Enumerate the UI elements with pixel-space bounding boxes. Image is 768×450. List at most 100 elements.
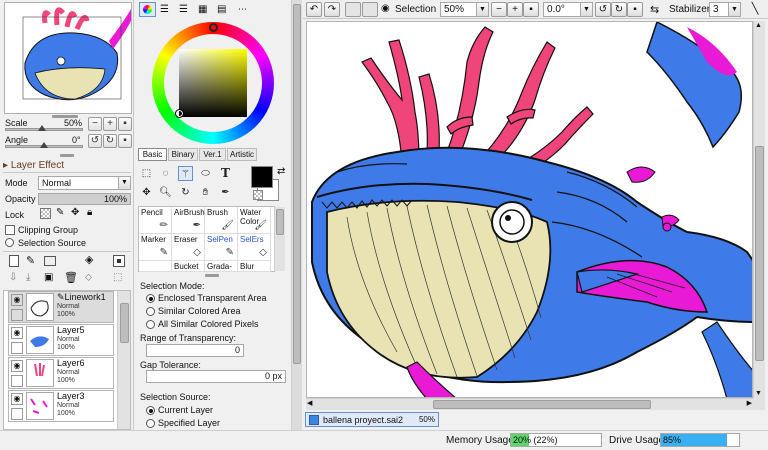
layer-list-scrollbar[interactable] [117, 291, 130, 429]
opacity-slider[interactable]: 100% [38, 193, 131, 205]
rect-select-icon[interactable]: ⬚ [139, 166, 154, 181]
brush-grid-scrollbar[interactable] [274, 207, 285, 271]
shape-icon[interactable]: ⬭ [198, 166, 213, 181]
layer-row-layer6[interactable]: ◉ Layer6 Normal 100% [8, 357, 114, 389]
scrollbar-thumb[interactable] [755, 146, 764, 361]
scroll-right-arrow-icon[interactable]: ▶ [747, 399, 752, 407]
scroll-up-arrow-icon[interactable]: ▲ [755, 22, 762, 29]
sv-marker[interactable] [175, 109, 184, 118]
gap-tolerance-input[interactable]: 0 px [146, 370, 286, 383]
merge-visible-icon[interactable]: ▣ [44, 272, 53, 283]
angle-slider-handle[interactable] [40, 142, 48, 148]
zoom-select[interactable]: 50% ▼ [440, 2, 489, 17]
rotate-reset-button[interactable]: ▪ [118, 134, 132, 148]
eye-icon[interactable]: ◉ [381, 3, 390, 14]
layer-lock-box[interactable] [11, 375, 23, 387]
zoom-reset-button[interactable]: ▪ [118, 117, 132, 131]
rotate-left-button[interactable]: ↺ [88, 134, 102, 148]
scroll-down-arrow-icon[interactable]: ▼ [755, 390, 762, 397]
sv-square[interactable] [179, 49, 247, 117]
swatches-mode-button[interactable]: ▦ [198, 4, 207, 15]
mixer-mode-button[interactable]: ⋯ [238, 4, 247, 15]
new-folder-icon[interactable] [44, 256, 56, 266]
move-icon[interactable]: ✥ [139, 185, 154, 200]
transparent-color-icon[interactable] [253, 190, 263, 200]
foreground-color-swatch[interactable] [251, 166, 273, 188]
scroll-left-arrow-icon[interactable]: ◀ [307, 399, 312, 407]
tab-ver1[interactable]: Ver.1 [199, 148, 226, 161]
canvas-vertical-scrollbar[interactable]: ▲ ▼ [753, 21, 765, 398]
color-wheel-mode-button[interactable] [139, 2, 156, 17]
clipping-group-checkbox[interactable] [5, 225, 15, 235]
toolbar-zoom-out-button[interactable]: − [491, 2, 507, 17]
tools-panel-scrollbar[interactable] [291, 0, 302, 430]
flip-horizontal-icon[interactable]: ⇆ [650, 3, 659, 16]
toolbar-zoom-in-button[interactable]: + [507, 2, 523, 17]
transfer-down-icon[interactable]: ⇩ [9, 272, 17, 283]
brush-brush[interactable]: Brush 🖌︎ [205, 207, 238, 234]
stabilizer-line-icon[interactable]: ╲ [747, 2, 763, 17]
selection-toggle-label[interactable]: Selection [395, 4, 436, 15]
eye-icon[interactable]: ◉ [11, 294, 23, 306]
rgb-slider-mode-button[interactable]: ☰ [160, 4, 169, 15]
lock-paint-icon[interactable]: ✎ [56, 207, 64, 218]
canvas-area[interactable] [306, 21, 753, 398]
layer-effect-header[interactable]: ▸ Layer Effect [3, 160, 64, 171]
toolbar-rotate-right-button[interactable]: ↻ [611, 2, 627, 17]
stabilizer-select[interactable]: 3 ▼ [709, 2, 741, 17]
canvas-horizontal-scrollbar[interactable]: ◀ ▶ [306, 398, 753, 410]
hue-wheel[interactable] [152, 22, 274, 144]
hand-icon[interactable]: ✋︎ [198, 185, 213, 200]
rotate-right-button[interactable]: ↻ [103, 134, 117, 148]
redo-button[interactable]: ↷ [324, 2, 340, 17]
tab-binary[interactable]: Binary [168, 148, 198, 161]
brush-watercolor[interactable]: Water Color 🖌︎ [238, 207, 271, 234]
text-tool-icon[interactable]: T [218, 166, 233, 181]
new-linework-icon[interactable]: ✎ [26, 254, 35, 267]
document-tab[interactable]: ballena proyect.sai2 50% [305, 412, 439, 427]
scrollbar-thumb[interactable] [293, 4, 301, 364]
zoom-icon[interactable]: 🔍︎ [158, 185, 173, 200]
lock-transparency-icon[interactable] [40, 208, 51, 219]
magic-wand-icon[interactable]: ⚚ [178, 166, 193, 181]
brush-empty[interactable] [139, 261, 172, 272]
deselect-button[interactable] [345, 2, 361, 17]
scratchpad-mode-button[interactable]: ▤ [217, 4, 226, 15]
layer-lock-box[interactable] [11, 408, 23, 420]
eyedropper-icon[interactable]: ✒ [218, 185, 233, 200]
brush-marker[interactable]: Marker ✎ [139, 234, 172, 261]
eye-icon[interactable]: ◉ [11, 393, 23, 405]
blend-mode-select[interactable]: Normal ▼ [38, 176, 131, 190]
layer-row-layer3[interactable]: ◉ Layer3 Normal 100% [8, 390, 114, 422]
eye-icon[interactable]: ◉ [11, 360, 23, 372]
merge-down-icon[interactable]: ⤓ [26, 272, 30, 283]
new-layer-icon[interactable] [9, 255, 19, 267]
delete-layer-icon[interactable]: 🗑︎ [64, 271, 78, 284]
layer-lock-box[interactable] [11, 342, 23, 354]
scrollbar-thumb[interactable] [120, 303, 129, 343]
apply-mask-icon[interactable]: ⬦ [85, 272, 92, 283]
brush-selers[interactable]: SelErs ◇ [238, 234, 271, 261]
brush-eraser[interactable]: Eraser ◇ [172, 234, 205, 261]
tab-basic[interactable]: Basic [138, 148, 167, 161]
zoom-out-button[interactable]: − [88, 117, 102, 131]
tab-artistic[interactable]: Artistic [227, 148, 257, 161]
brush-blur[interactable]: Blur [238, 261, 271, 272]
scale-slider-handle[interactable] [38, 125, 46, 131]
radio-enclosed-transparent[interactable] [146, 294, 155, 303]
lasso-icon[interactable]: ◌ [158, 166, 173, 181]
undo-button[interactable]: ↶ [306, 2, 322, 17]
mask-to-selection-icon[interactable]: ⬚ [113, 272, 122, 283]
hsv-slider-mode-button[interactable]: ☰ [179, 4, 188, 15]
angle-select[interactable]: 0.0° ▼ [543, 2, 593, 17]
radio-all-similar[interactable] [146, 320, 155, 329]
zoom-in-button[interactable]: + [103, 117, 117, 131]
layer-lock-box[interactable] [11, 309, 23, 321]
brush-bucket[interactable]: Bucket [172, 261, 205, 272]
scrollbar-thumb[interactable] [433, 400, 651, 409]
range-transparency-input[interactable]: 0 [146, 344, 244, 357]
navigator-preview[interactable] [4, 2, 132, 114]
brush-airbrush[interactable]: AirBrush ✒ [172, 207, 205, 234]
scrollbar-thumb[interactable] [276, 209, 284, 235]
radio-similar-colored[interactable] [146, 307, 155, 316]
